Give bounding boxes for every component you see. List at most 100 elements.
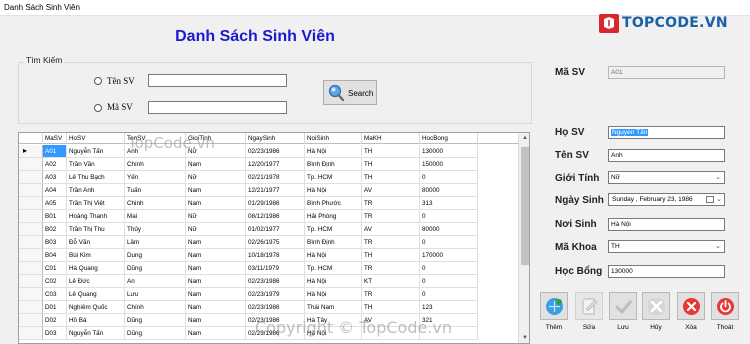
table-cell[interactable]: Nữ xyxy=(186,171,246,184)
table-cell[interactable]: Dũng xyxy=(125,262,186,275)
table-cell[interactable]: A04 xyxy=(43,184,67,197)
table-cell[interactable]: 02/23/1986 xyxy=(246,275,305,288)
table-cell[interactable]: Nam xyxy=(186,249,246,262)
column-header[interactable]: HocBong xyxy=(420,133,478,144)
table-row[interactable]: D01 Nghiêm Quốc Chính Nam 02/23/1986 Thái Nam… xyxy=(19,301,518,314)
gioi-tinh-select[interactable]: Nữ ⌄ xyxy=(608,171,725,184)
table-cell[interactable]: Mai xyxy=(125,210,186,223)
table-cell[interactable]: Hà Nội xyxy=(305,184,362,197)
table-cell[interactable]: A01 xyxy=(43,145,67,158)
table-cell[interactable]: KT xyxy=(362,275,420,288)
table-cell[interactable]: AV xyxy=(362,314,420,327)
hoc-bong-field[interactable]: 130000 xyxy=(608,265,725,278)
table-cell[interactable]: Dũng xyxy=(125,327,186,340)
table-cell[interactable]: 01/02/1977 xyxy=(246,223,305,236)
column-header[interactable]: MaSV xyxy=(43,133,67,144)
table-cell[interactable]: TR xyxy=(362,236,420,249)
table-cell[interactable]: Lê Thu Bạch xyxy=(67,171,125,184)
table-row[interactable]: A04 Trần Anh Tuấn Nam 12/21/1977 Hà Nội AV 8000… xyxy=(19,184,518,197)
table-cell[interactable]: Lưu xyxy=(125,288,186,301)
table-cell[interactable]: Nữ xyxy=(186,223,246,236)
radio-ten-sv[interactable] xyxy=(94,77,102,85)
table-cell[interactable]: Hà Quang xyxy=(67,262,125,275)
table-cell[interactable]: Hà Nội xyxy=(305,288,362,301)
search-ma-sv-input[interactable] xyxy=(148,101,287,114)
row-header[interactable] xyxy=(19,223,43,236)
table-cell[interactable]: 0 xyxy=(420,171,478,184)
table-cell[interactable]: TR xyxy=(362,197,420,210)
table-cell[interactable]: Nam xyxy=(186,262,246,275)
them-button[interactable] xyxy=(540,292,568,320)
table-cell[interactable]: Dũng xyxy=(125,314,186,327)
table-cell[interactable] xyxy=(362,327,420,340)
table-cell[interactable]: Chính xyxy=(125,301,186,314)
scroll-thumb[interactable] xyxy=(521,147,529,265)
table-row[interactable]: ▸ A01 Nguyễn Tấn Anh Nữ 02/23/1986 Hà Nội TH 130… xyxy=(19,145,518,158)
table-cell[interactable]: Yến xyxy=(125,171,186,184)
table-cell[interactable]: 0 xyxy=(420,236,478,249)
table-cell[interactable]: 130000 xyxy=(420,145,478,158)
table-cell[interactable]: 321 xyxy=(420,314,478,327)
table-cell[interactable]: Tp. HCM xyxy=(305,171,362,184)
table-cell[interactable]: TR xyxy=(362,288,420,301)
table-cell[interactable]: 10/18/1978 xyxy=(246,249,305,262)
huy-button[interactable] xyxy=(642,292,670,320)
table-row[interactable]: C03 Lê Quang Lưu Nam 02/23/1979 Hà Nội TR 0 xyxy=(19,288,518,301)
table-cell[interactable]: 02/23/1979 xyxy=(246,288,305,301)
column-header[interactable]: NgaySinh xyxy=(246,133,305,144)
row-header[interactable] xyxy=(19,301,43,314)
table-cell[interactable]: Hà Nội xyxy=(305,145,362,158)
row-header[interactable]: ▸ xyxy=(19,145,43,158)
table-cell[interactable]: Nam xyxy=(186,184,246,197)
table-row[interactable]: A03 Lê Thu Bạch Yến Nữ 02/21/1978 Tp. HCM TH 0 xyxy=(19,171,518,184)
table-cell[interactable]: B01 xyxy=(43,210,67,223)
table-cell[interactable] xyxy=(420,327,478,340)
table-cell[interactable]: A02 xyxy=(43,158,67,171)
table-row[interactable]: D03 Nguyễn Tấn Dũng Nam 02/23/1986 Hà Nội xyxy=(19,327,518,340)
table-cell[interactable]: Lâm xyxy=(125,236,186,249)
table-cell[interactable]: 02/21/1978 xyxy=(246,171,305,184)
table-row[interactable]: A02 Trần Văn Chính Nam 12/20/1977 Bình Định TH… xyxy=(19,158,518,171)
table-row[interactable]: D02 Hồ Bá Dũng Nam 02/23/1986 Hà Tây AV 321 xyxy=(19,314,518,327)
table-cell[interactable]: Bình Định xyxy=(305,236,362,249)
table-cell[interactable]: AV xyxy=(362,184,420,197)
table-cell[interactable]: Nữ xyxy=(186,145,246,158)
table-cell[interactable]: TR xyxy=(362,210,420,223)
table-cell[interactable]: Trần Văn xyxy=(67,158,125,171)
table-cell[interactable]: Dung xyxy=(125,249,186,262)
column-header[interactable]: NoiSinh xyxy=(305,133,362,144)
table-cell[interactable]: An xyxy=(125,275,186,288)
radio-ma-sv[interactable] xyxy=(94,104,102,112)
table-cell[interactable]: TH xyxy=(362,145,420,158)
row-header[interactable] xyxy=(19,275,43,288)
table-cell[interactable]: 123 xyxy=(420,301,478,314)
grid-vertical-scrollbar[interactable]: ▲ ▼ xyxy=(518,133,529,343)
table-cell[interactable]: Trần Anh xyxy=(67,184,125,197)
thoat-button[interactable] xyxy=(711,292,739,320)
table-row[interactable]: B04 Bùi Kim Dung Nam 10/18/1978 Hà Nội TH 17000… xyxy=(19,249,518,262)
table-cell[interactable]: Nam xyxy=(186,314,246,327)
table-cell[interactable]: 08/12/1986 xyxy=(246,210,305,223)
table-cell[interactable]: D01 xyxy=(43,301,67,314)
row-header[interactable] xyxy=(19,184,43,197)
table-cell[interactable]: 02/23/1986 xyxy=(246,327,305,340)
sua-button[interactable] xyxy=(575,292,603,320)
noi-sinh-field[interactable]: Hà Nội xyxy=(608,218,725,231)
table-cell[interactable]: TH xyxy=(362,158,420,171)
ten-sv-field[interactable]: Anh xyxy=(608,149,725,162)
row-header[interactable] xyxy=(19,210,43,223)
table-cell[interactable]: Chính xyxy=(125,158,186,171)
table-cell[interactable]: Nam xyxy=(186,158,246,171)
student-grid[interactable]: MaSV HoSV TenSV GioiTinh NgaySinh NoiSinh MaKH… xyxy=(18,132,530,344)
column-header[interactable]: TenSV xyxy=(125,133,186,144)
row-header[interactable] xyxy=(19,197,43,210)
row-header[interactable] xyxy=(19,314,43,327)
table-cell[interactable]: C01 xyxy=(43,262,67,275)
row-header[interactable] xyxy=(19,327,43,340)
table-cell[interactable]: Tp. HCM xyxy=(305,262,362,275)
ma-khoa-select[interactable]: TH ⌄ xyxy=(608,240,725,253)
table-cell[interactable]: Anh xyxy=(125,145,186,158)
table-cell[interactable]: Hải Phòng xyxy=(305,210,362,223)
table-cell[interactable]: TH xyxy=(362,171,420,184)
row-header[interactable] xyxy=(19,158,43,171)
